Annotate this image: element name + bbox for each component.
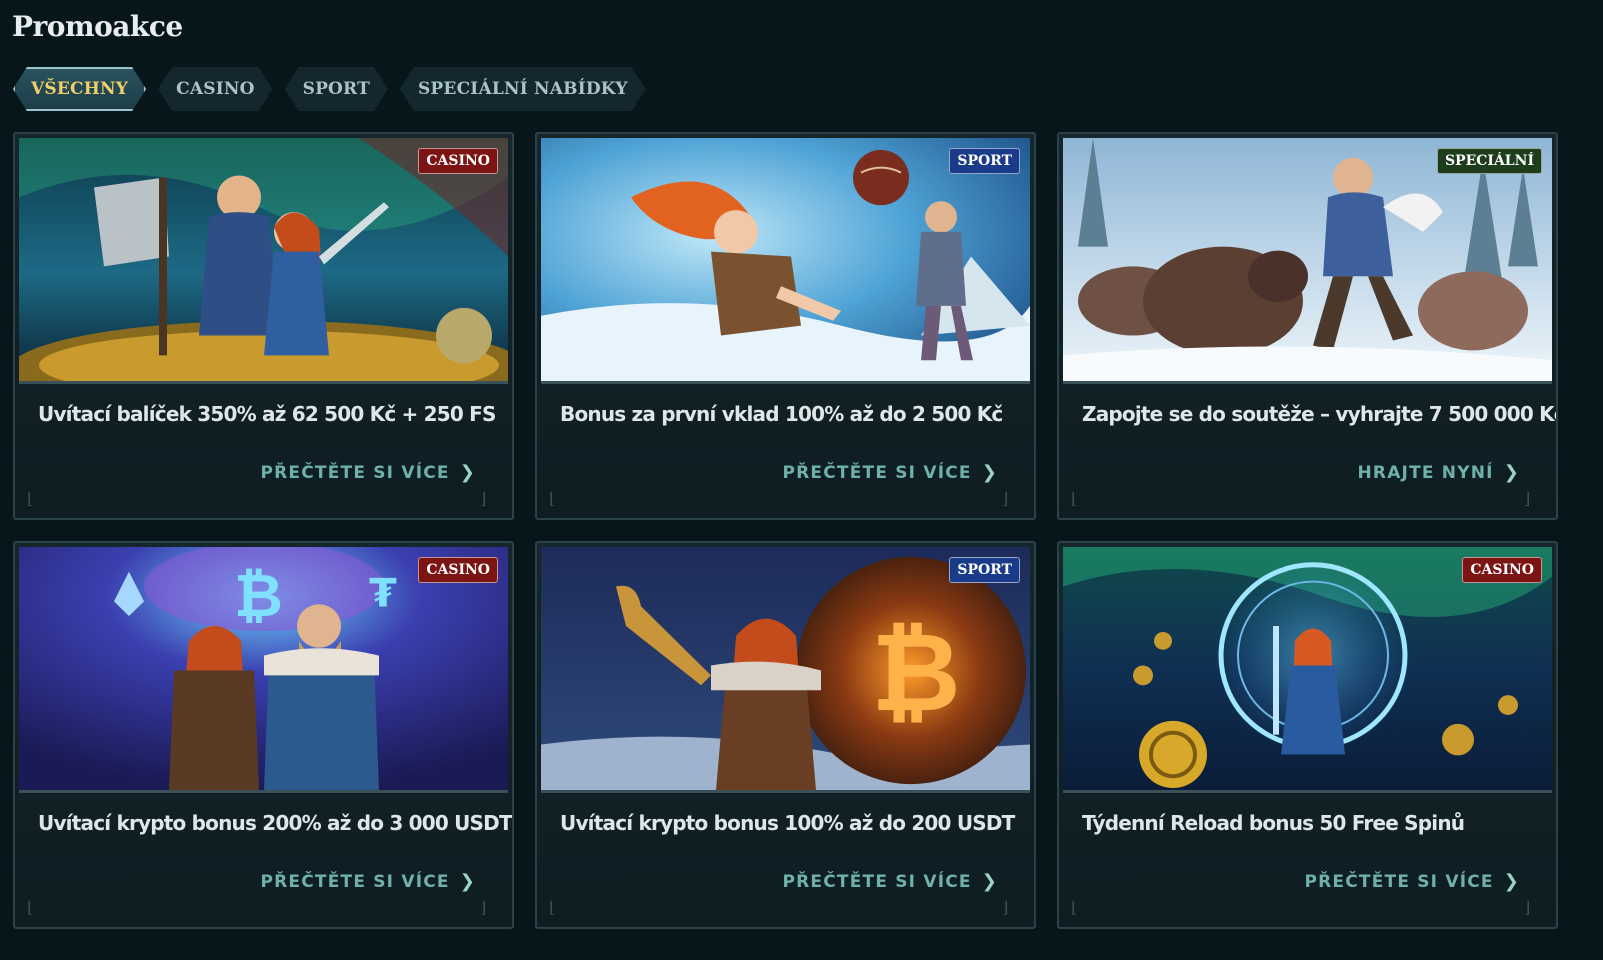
promo-image-vikings-crypto[interactable]: ₿ ₮ CASINO: [19, 547, 508, 793]
play-now-link[interactable]: HRAJTE NYNÍ ❯: [1357, 462, 1520, 483]
promo-card-crypto-welcome-200[interactable]: ₿ ₮ CASINO Uvítací krypto bonus 200% až …: [13, 541, 514, 929]
read-more-link[interactable]: PŘEČTĚTE SI VÍCE ❯: [1304, 871, 1520, 892]
corner-ornament-icon: ⌊: [27, 898, 34, 917]
chevron-right-icon: ❯: [459, 462, 476, 483]
category-badge: CASINO: [418, 148, 498, 174]
read-more-link[interactable]: PŘEČTĚTE SI VÍCE ❯: [782, 462, 998, 483]
promo-card-competition[interactable]: SPECIÁLNÍ Zapojte se do soutěže – vyhraj…: [1057, 132, 1558, 520]
tab-all[interactable]: VŠECHNY: [13, 67, 146, 111]
read-more-link[interactable]: PŘEČTĚTE SI VÍCE ❯: [260, 871, 476, 892]
tab-casino[interactable]: CASINO: [158, 67, 273, 111]
tab-label: CASINO: [176, 79, 255, 99]
category-badge: SPORT: [949, 557, 1020, 583]
cta-label: PŘEČTĚTE SI VÍCE: [782, 871, 972, 892]
cta-label: PŘEČTĚTE SI VÍCE: [782, 462, 972, 483]
page-title: Promoakce: [12, 10, 183, 43]
tab-special-offers[interactable]: SPECIÁLNÍ NABÍDKY: [400, 67, 646, 111]
promo-filter-tabs: VŠECHNY CASINO SPORT SPECIÁLNÍ NABÍDKY: [13, 67, 646, 111]
svg-text:₿: ₿: [234, 562, 283, 631]
corner-ornament-icon: ⌊: [549, 898, 556, 917]
cta-label: PŘEČTĚTE SI VÍCE: [1304, 871, 1494, 892]
tab-label: VŠECHNY: [31, 79, 129, 99]
promo-image-shieldmaiden-ball[interactable]: SPORT: [541, 138, 1030, 384]
tab-label: SPECIÁLNÍ NABÍDKY: [417, 79, 628, 99]
corner-ornament-icon: ⌋: [480, 489, 487, 508]
corner-ornament-icon: ⌊: [1071, 898, 1078, 917]
corner-ornament-icon: ⌋: [1002, 489, 1009, 508]
corner-ornament-icon: ⌊: [1071, 489, 1078, 508]
category-badge: CASINO: [1462, 557, 1542, 583]
corner-ornament-icon: ⌊: [549, 489, 556, 508]
promo-card-crypto-welcome-100[interactable]: ₿ SPORT Uvítací krypto bonus 100% až do …: [535, 541, 1036, 929]
promo-title: Týdenní Reload bonus 50 Free Spinů: [1082, 811, 1465, 835]
cta-label: HRAJTE NYNÍ: [1357, 462, 1494, 483]
corner-ornament-icon: ⌋: [1524, 489, 1531, 508]
promo-title: Uvítací krypto bonus 100% až do 200 USDT: [560, 811, 1015, 835]
read-more-link[interactable]: PŘEČTĚTE SI VÍCE ❯: [260, 462, 476, 483]
corner-ornament-icon: ⌋: [480, 898, 487, 917]
promo-image-horn-bitcoin[interactable]: ₿ SPORT: [541, 547, 1030, 793]
promo-title: Zapojte se do soutěže – vyhrajte 7 500 0…: [1082, 402, 1558, 426]
corner-ornament-icon: ⌋: [1524, 898, 1531, 917]
chevron-right-icon: ❯: [981, 871, 998, 892]
tab-sport[interactable]: SPORT: [285, 67, 388, 111]
cta-label: PŘEČTĚTE SI VÍCE: [260, 462, 450, 483]
chevron-right-icon: ❯: [1503, 871, 1520, 892]
corner-ornament-icon: ⌊: [27, 489, 34, 508]
category-badge: SPORT: [949, 148, 1020, 174]
promo-card-weekly-reload[interactable]: CASINO Týdenní Reload bonus 50 Free Spin…: [1057, 541, 1558, 929]
promo-card-welcome-package[interactable]: CASINO Uvítací balíček 350% až 62 500 Kč…: [13, 132, 514, 520]
category-badge: SPECIÁLNÍ: [1436, 148, 1542, 174]
promo-image-reload-valkyrie[interactable]: CASINO: [1063, 547, 1552, 793]
cta-label: PŘEČTĚTE SI VÍCE: [260, 871, 450, 892]
chevron-right-icon: ❯: [981, 462, 998, 483]
promo-title: Bonus za první vklad 100% až do 2 500 Kč: [560, 402, 1003, 426]
svg-text:₮: ₮: [369, 570, 397, 616]
promo-title: Uvítací balíček 350% až 62 500 Kč + 250 …: [38, 402, 496, 426]
category-badge: CASINO: [418, 557, 498, 583]
chevron-right-icon: ❯: [1503, 462, 1520, 483]
promo-title: Uvítací krypto bonus 200% až do 3 000 US…: [38, 811, 512, 835]
tab-label: SPORT: [302, 79, 370, 99]
promo-card-first-deposit[interactable]: SPORT Bonus za první vklad 100% až do 2 …: [535, 132, 1036, 520]
chevron-right-icon: ❯: [459, 871, 476, 892]
read-more-link[interactable]: PŘEČTĚTE SI VÍCE ❯: [782, 871, 998, 892]
svg-text:₿: ₿: [871, 610, 961, 736]
promo-image-viking-boars[interactable]: SPECIÁLNÍ: [1063, 138, 1552, 384]
corner-ornament-icon: ⌋: [1002, 898, 1009, 917]
promo-image-vikings-treasure[interactable]: CASINO: [19, 138, 508, 384]
